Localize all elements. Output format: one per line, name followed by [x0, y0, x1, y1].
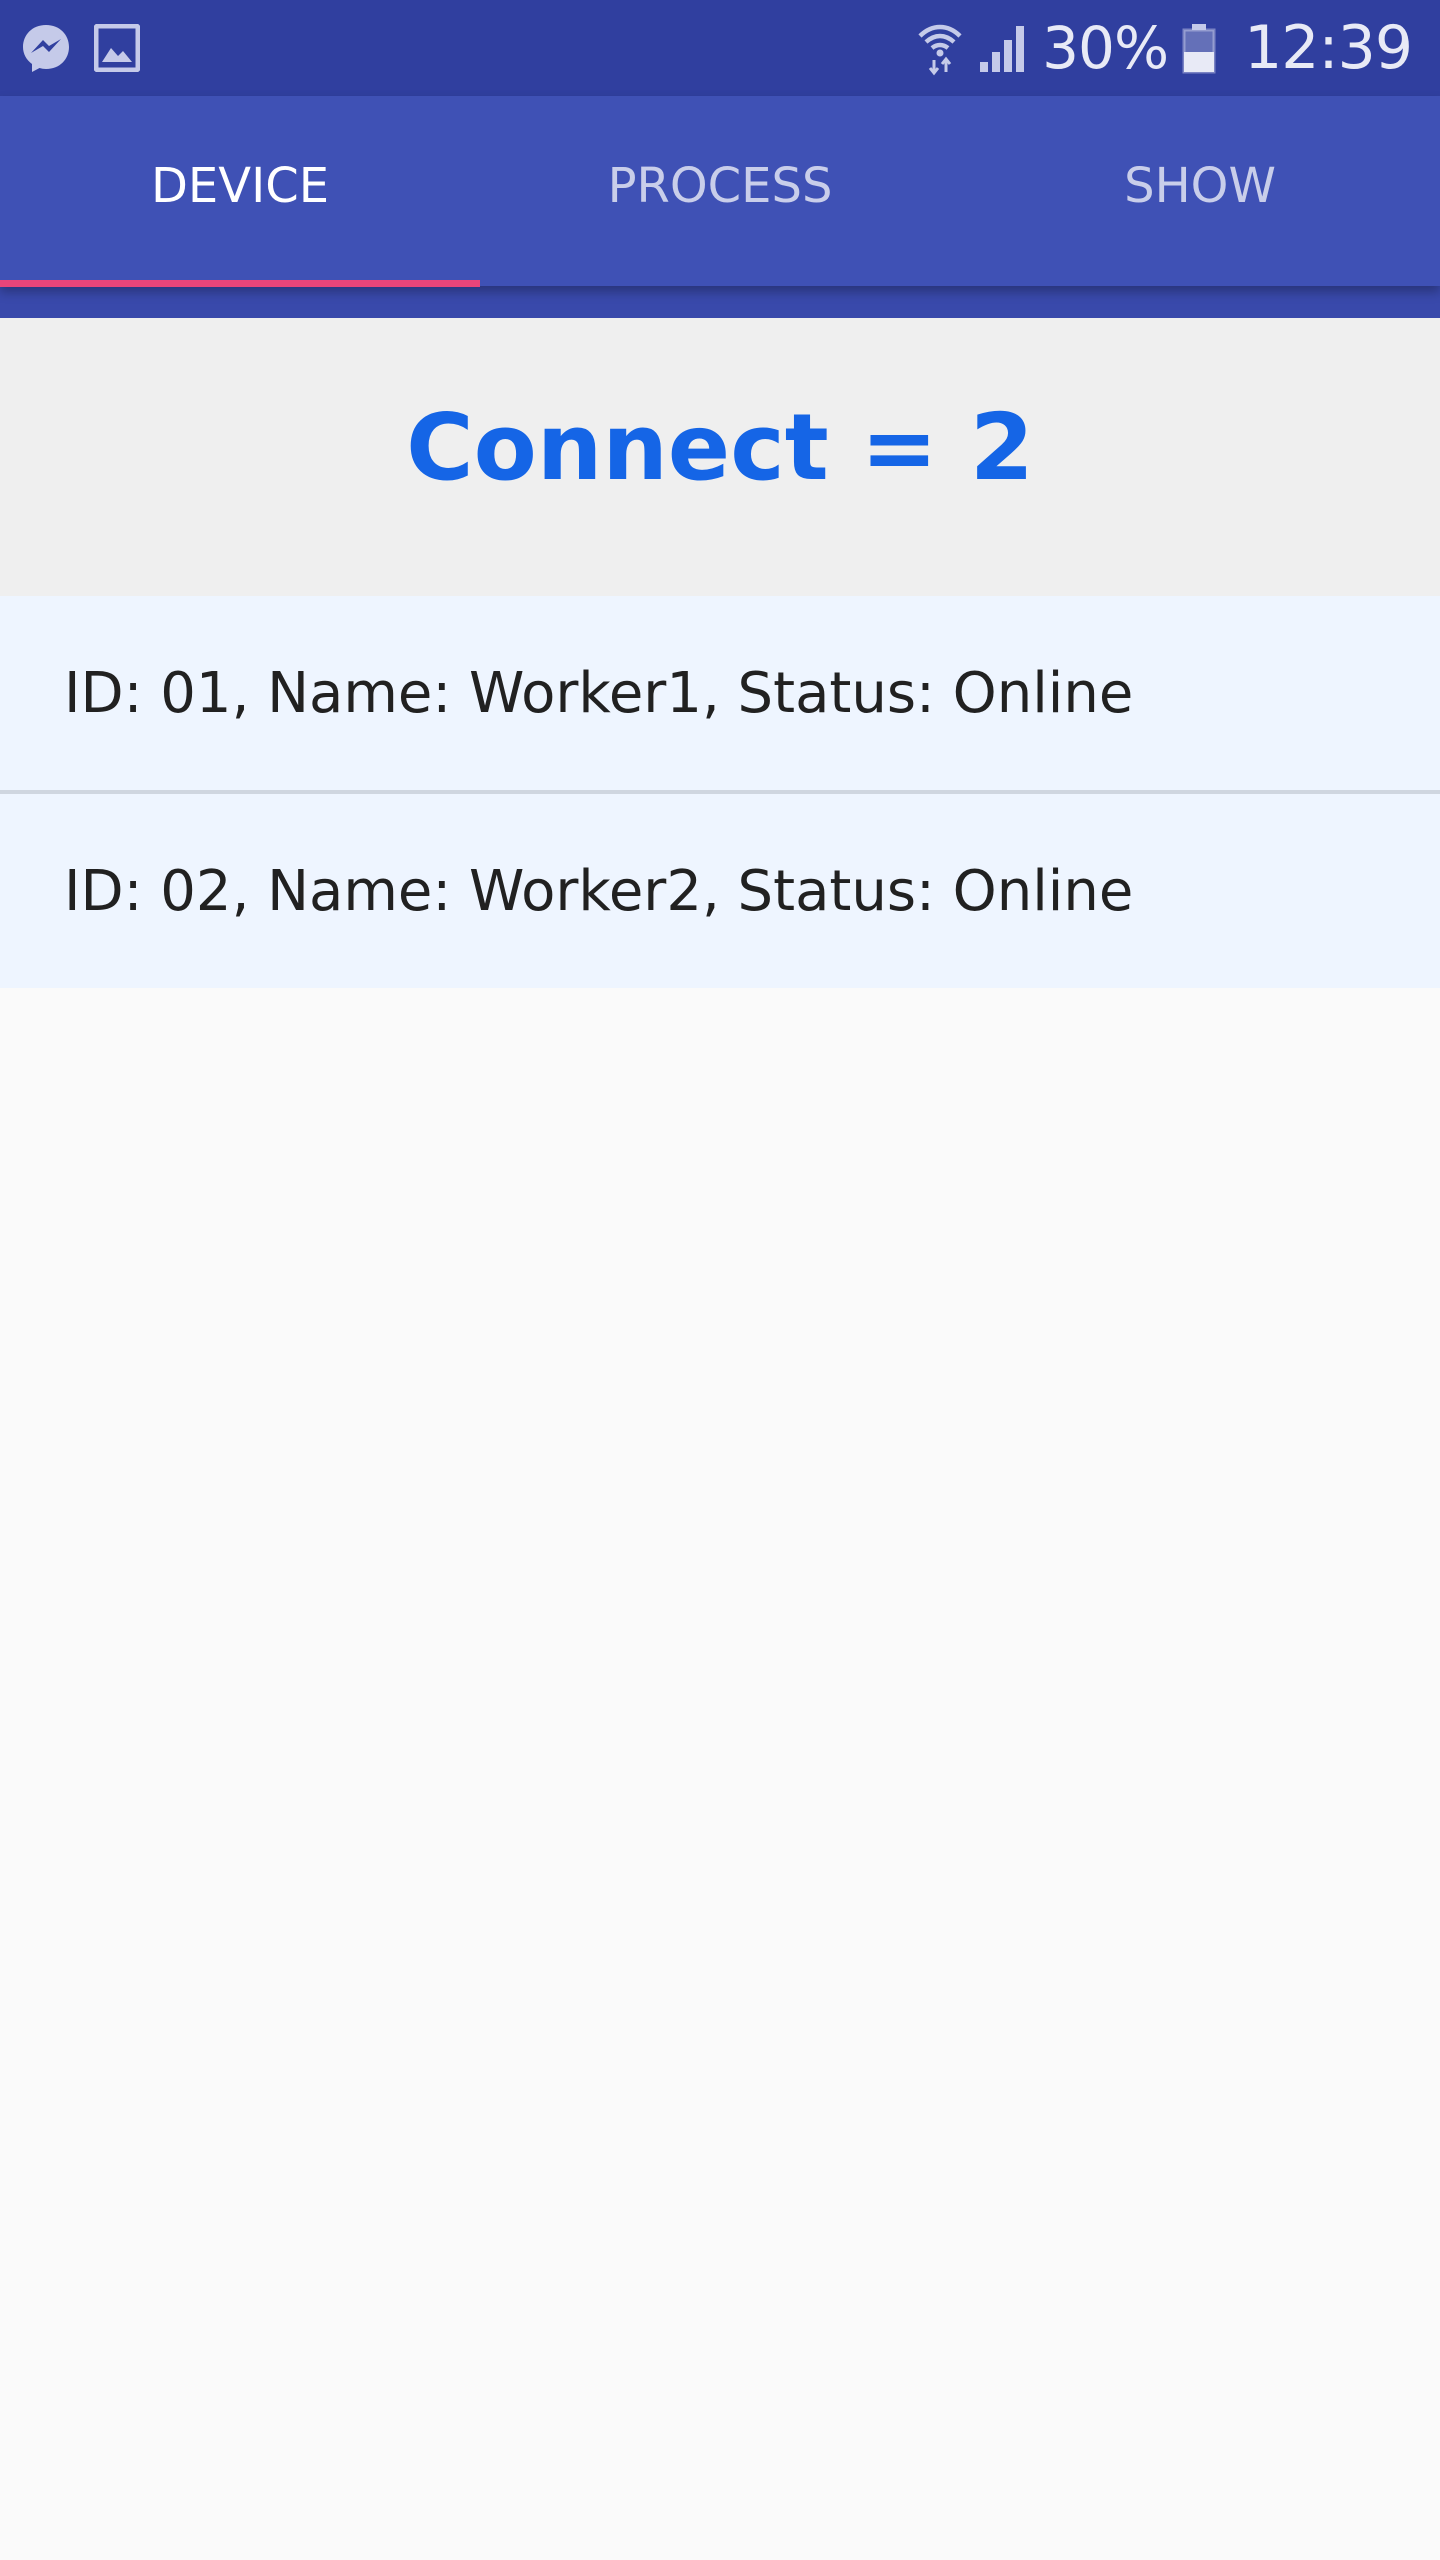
device-list: ID: 01, Name: Worker1, Status: Online ID…	[0, 596, 1440, 988]
device-item-text: ID: 02, Name: Worker2, Status: Online	[64, 858, 1134, 924]
tab-device[interactable]: DEVICE	[0, 96, 480, 286]
signal-icon	[978, 22, 1028, 74]
battery-percent: 30%	[1042, 14, 1169, 82]
image-icon	[94, 24, 140, 72]
clock-time: 12:39	[1244, 13, 1413, 83]
battery-icon	[1182, 22, 1216, 74]
messenger-icon	[20, 22, 72, 74]
tab-indicator	[0, 280, 480, 287]
tabs: DEVICE PROCESS SHOW	[0, 96, 1440, 286]
connect-header: Connect = 2	[0, 318, 1440, 596]
device-item-text: ID: 01, Name: Worker1, Status: Online	[64, 660, 1134, 726]
status-bar: 30% 12:39	[0, 0, 1440, 96]
list-item[interactable]: ID: 01, Name: Worker1, Status: Online	[0, 596, 1440, 790]
connect-count-title: Connect = 2	[406, 393, 1034, 501]
list-item[interactable]: ID: 02, Name: Worker2, Status: Online	[0, 794, 1440, 988]
status-right: 30% 12:39	[916, 13, 1413, 83]
tab-bar: DEVICE PROCESS SHOW	[0, 96, 1440, 287]
toolbar-strip	[0, 286, 1440, 318]
tab-show[interactable]: SHOW	[960, 96, 1440, 286]
tab-process[interactable]: PROCESS	[480, 96, 960, 286]
status-left-icons	[20, 20, 140, 76]
wifi-icon	[916, 20, 964, 76]
